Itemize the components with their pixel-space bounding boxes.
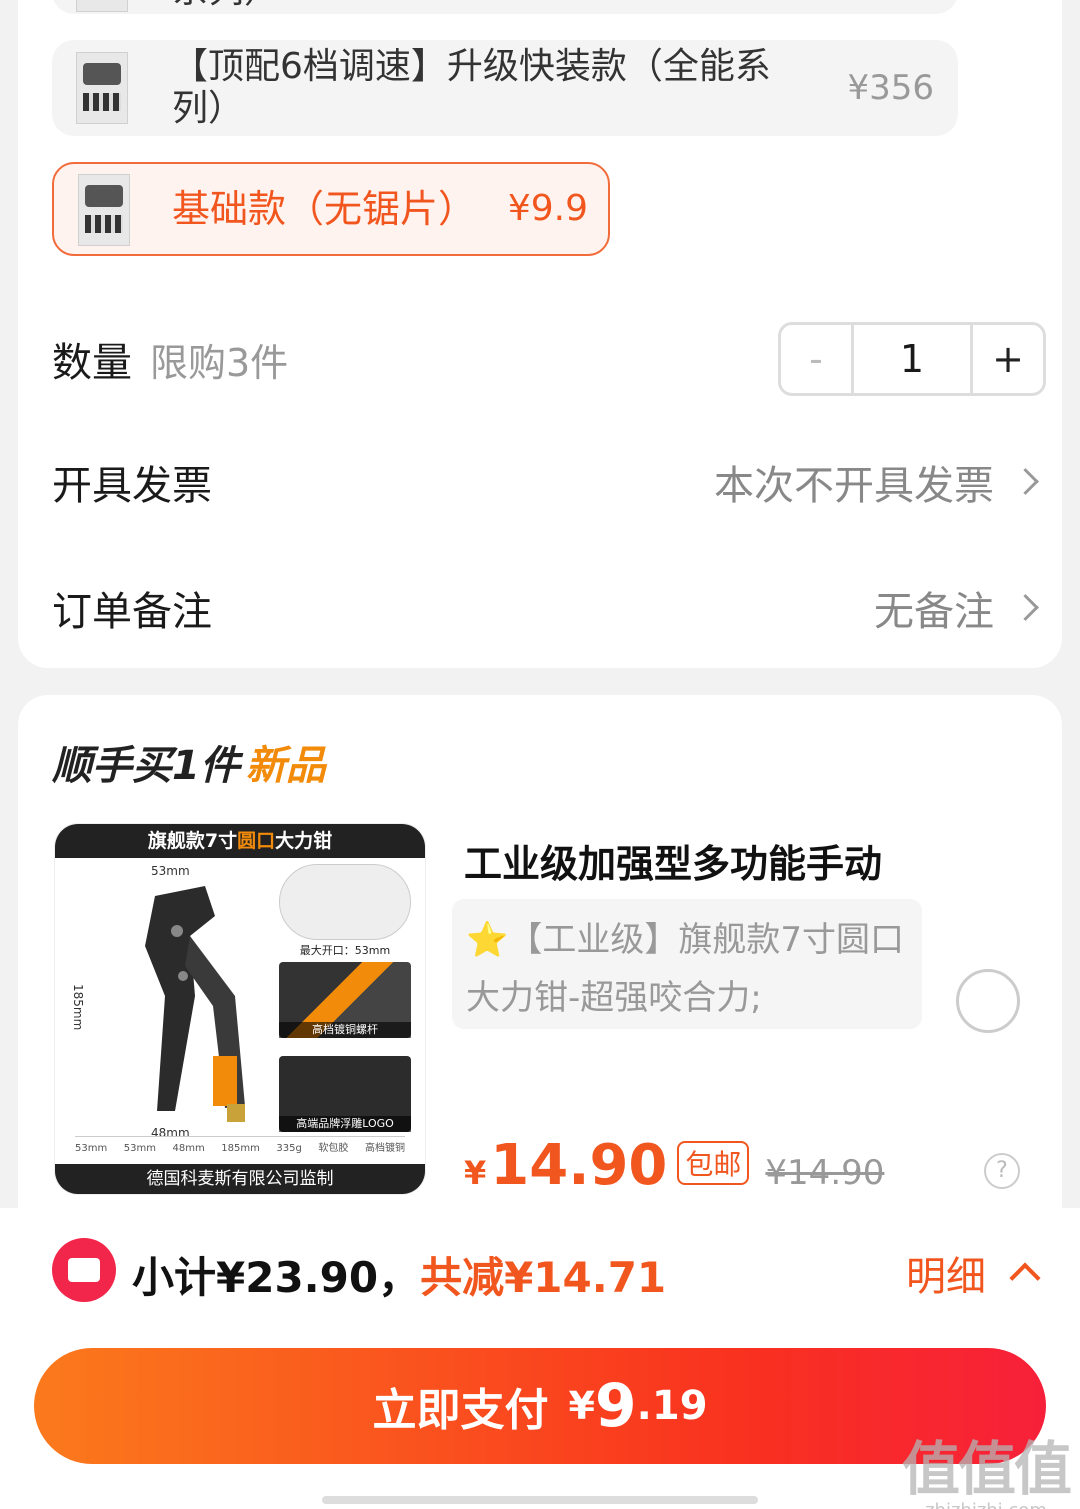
original-price: ¥14.90 [765,1153,885,1193]
banner-text-pre: 旗舰款7寸 [147,830,238,852]
dimension-label: 185mm [71,984,85,1031]
free-shipping-badge: 包邮 [677,1141,750,1185]
product-description-text: 【工业级】旗舰款7寸圆口大力钳-超强咬合力; [466,920,904,1018]
pay-now-button[interactable]: 立即支付 ¥ 9 .19 [34,1348,1046,1464]
spec-value: 53mm [123,1143,156,1154]
quantity-value[interactable]: 1 [851,325,973,393]
feature-photo: 高端品牌浮雕LOGO [279,1056,411,1132]
variant-name: 【顶配6档调速】升级快装款（全能系列） [172,46,771,129]
invoice-value-text: 本次不开具发票 [714,463,994,509]
subtotal-text: 小计¥23.90，共减¥14.71 [132,1244,666,1305]
subtotal-amount: 小计¥23.90， [132,1253,421,1302]
chevron-up-icon [1004,1253,1044,1293]
product-price-row: ¥ 14.90 包邮 ¥14.90 [464,1133,884,1198]
invoice-value: 本次不开具发票 [714,453,1046,511]
pay-amount-int: 9 [594,1371,637,1441]
quantity-label-group: 数量 限购3件 [52,330,288,388]
remark-value-text: 无备注 [874,589,994,635]
spec-value: 软包胶 [318,1143,349,1154]
watermark-url: zhizhizhi.com [902,1500,1070,1509]
product-image[interactable]: 旗舰款7寸圆口大力钳 53mm 185mm 48mm 最大开口：53mm 高档镀… [54,823,426,1195]
product-price: 14.90 [490,1133,668,1198]
details-toggle[interactable]: 明细 [906,1244,1044,1302]
banner-text-highlight: 圆口 [237,830,276,852]
remark-value: 无备注 [874,579,1046,637]
spec-value: 高档镀铜 [364,1143,405,1154]
feature-photo: 最大开口：53mm [279,864,411,957]
feature-photo: 高档镀铜螺杆 [279,962,411,1038]
quantity-stepper: - 1 + [778,322,1046,396]
variant-name: 系列） [172,0,280,12]
pay-amount-dec: .19 [636,1383,708,1429]
quantity-row: 数量 限购3件 - 1 + [52,322,1046,396]
variant-price: ¥356 [847,68,934,108]
star-icon: ⭐ [466,920,509,960]
pliers-illustration [145,886,245,1122]
help-icon[interactable]: ? [984,1153,1020,1189]
invoice-label: 开具发票 [52,463,212,509]
bundle-card: 顺手买1件 新品 旗舰款7寸圆口大力钳 53mm 185mm 48mm 最大开口：… [18,695,1062,1255]
variant-thumbnail [76,52,128,124]
banner-text-post: 大力钳 [275,830,333,852]
pay-currency: ¥ [568,1384,595,1428]
decrement-button[interactable]: - [781,325,851,393]
spec-value: 53mm [75,1143,108,1154]
variant-option-selected[interactable]: 基础款（无锯片） ¥9.9 [52,162,610,256]
select-checkbox[interactable] [956,969,1020,1033]
spec-value: 185mm [221,1143,260,1154]
spec-value: 335g [276,1143,302,1154]
variant-option[interactable]: 系列） [52,0,958,14]
quantity-limit: 限购3件 [150,341,289,385]
variant-thumbnail [78,174,130,246]
remark-label: 订单备注 [52,589,212,635]
discount-amount: 共减¥14.71 [420,1253,667,1302]
bundle-tag: 新品 [245,743,326,789]
quantity-label: 数量 [52,340,132,386]
feature-caption: 高档镀铜螺杆 [279,1022,411,1038]
price-symbol: ¥ [464,1154,487,1192]
details-label: 明细 [906,1254,986,1300]
pay-label: 立即支付 [372,1385,549,1436]
chevron-right-icon [1012,588,1046,628]
home-indicator [322,1496,758,1504]
spec-table: 53mm 53mm 48mm 185mm 335g 软包胶 高档镀铜 [75,1136,405,1160]
variant-name: 基础款（无锯片） [172,187,477,231]
variant-option[interactable]: 【顶配6档调速】升级快装款（全能系列） ¥356 [52,40,958,136]
feature-caption: 最大开口：53mm [299,944,391,957]
product-description[interactable]: ⭐【工业级】旗舰款7寸圆口大力钳-超强咬合力; [452,899,922,1029]
chevron-right-icon [1012,462,1046,502]
coupon-icon [52,1238,116,1302]
image-footer: 德国科麦斯有限公司监制 [55,1164,425,1194]
spec-value: 48mm [172,1143,205,1154]
product-title[interactable]: 工业级加强型多功能手动 [464,833,882,888]
bundle-title-text: 顺手买1件 [52,743,240,789]
variant-price: ¥9.9 [507,188,588,229]
watermark-logo: 值值值 [901,1435,1072,1503]
increment-button[interactable]: + [973,325,1043,393]
checkout-bar: 小计¥23.90，共减¥14.71 明细 立即支付 ¥ 9 .19 值值值 zh… [0,1208,1080,1509]
site-watermark: 值值值 zhizhizhi.com [901,1422,1072,1509]
invoice-row[interactable]: 开具发票 本次不开具发票 [52,452,1028,512]
variant-thumbnail [76,0,128,12]
bundle-title: 顺手买1件 新品 [52,733,326,791]
feature-caption: 高端品牌浮雕LOGO [279,1116,411,1132]
remark-row[interactable]: 订单备注 无备注 [52,578,1028,638]
image-banner: 旗舰款7寸圆口大力钳 [55,824,425,858]
